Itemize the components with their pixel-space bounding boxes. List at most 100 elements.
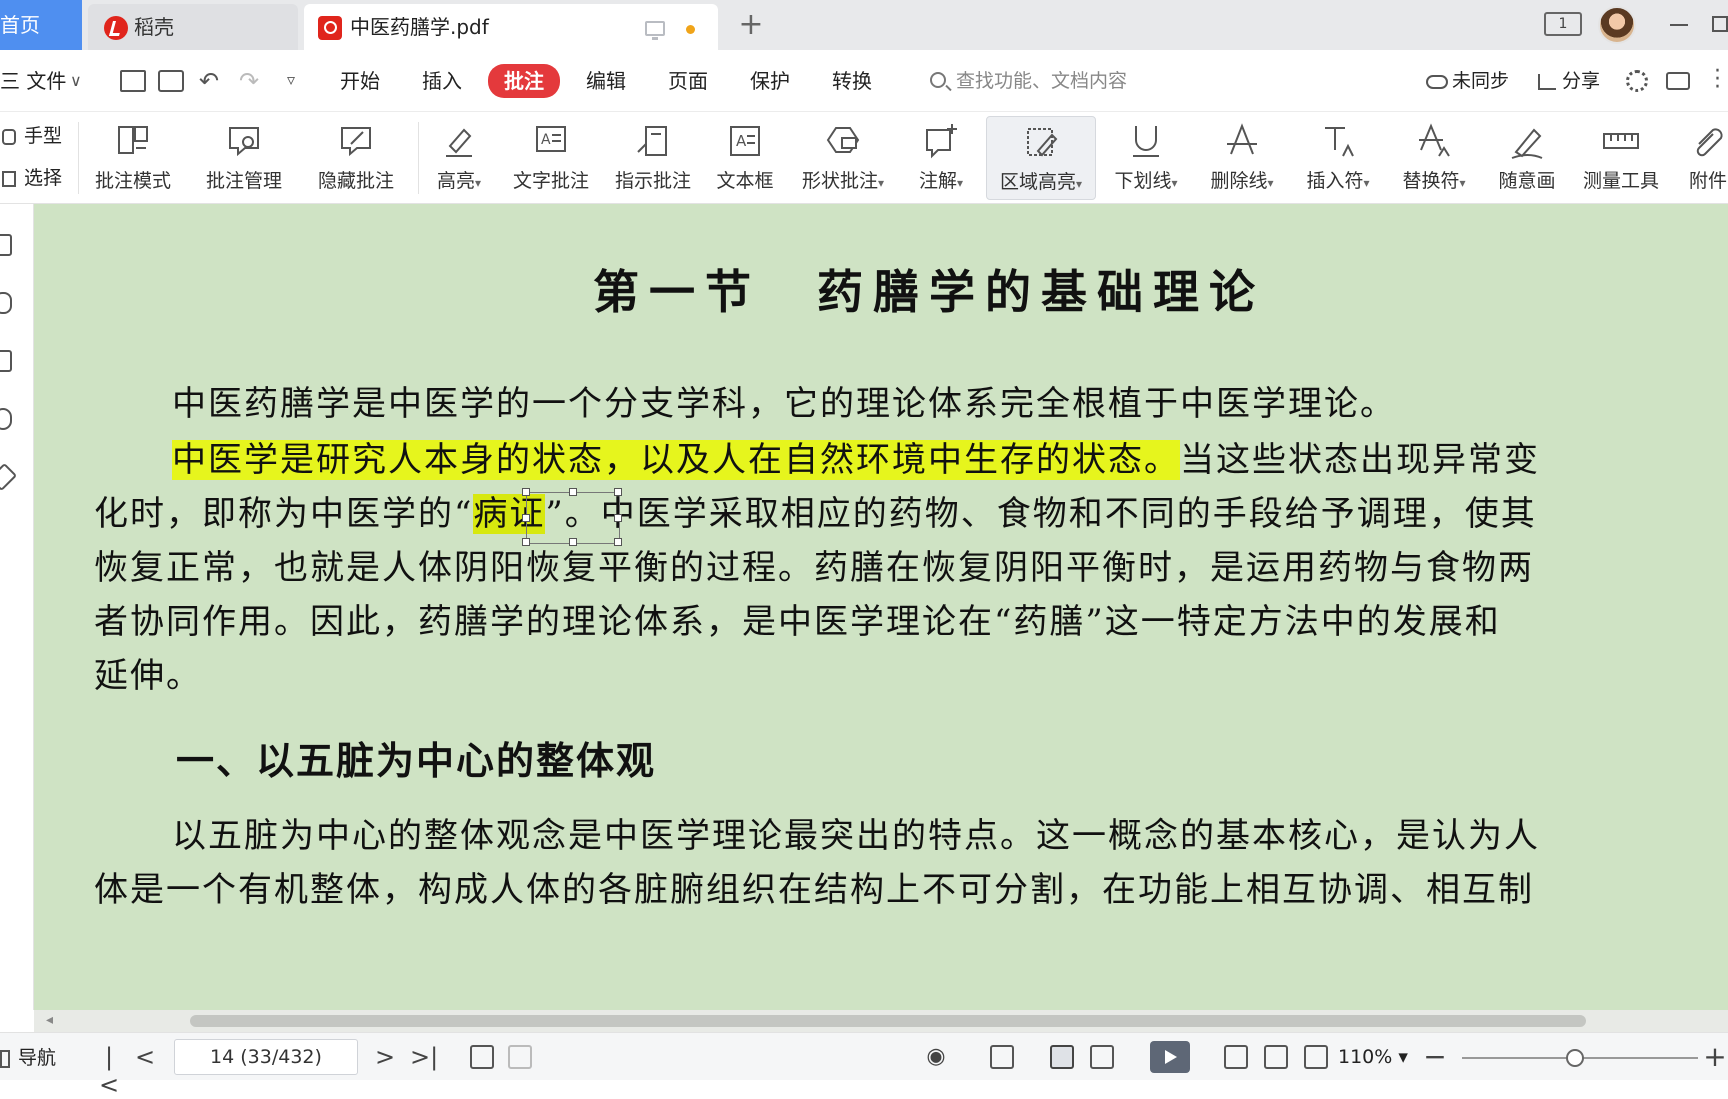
fit-width-icon[interactable] xyxy=(1304,1045,1328,1069)
replace-mark-button[interactable]: 替换符▾ xyxy=(1394,116,1474,200)
scrollbar-thumb[interactable] xyxy=(190,1015,1586,1027)
attachment-panel-icon[interactable] xyxy=(0,408,12,430)
resize-handle[interactable] xyxy=(614,514,622,522)
select-tool-button[interactable]: 选择 xyxy=(0,164,62,192)
redo-icon[interactable]: ↷ xyxy=(236,69,262,93)
text-annotation-button[interactable]: A 文字批注 xyxy=(508,116,594,200)
resize-handle[interactable] xyxy=(522,514,530,522)
comment-icon[interactable] xyxy=(1666,72,1690,90)
shape-annotation-button[interactable]: 形状批注▾ xyxy=(794,116,892,200)
annotation-mode-button[interactable]: 批注模式 xyxy=(88,116,178,200)
insert-mark-button[interactable]: 插入符▾ xyxy=(1298,116,1378,200)
prev-page-button[interactable]: < xyxy=(132,1043,158,1071)
tab-edit[interactable]: 编辑 xyxy=(586,66,626,96)
eye-icon[interactable]: ◉ xyxy=(916,1043,956,1071)
thumbnail-icon[interactable] xyxy=(0,350,12,372)
cloud-icon xyxy=(1426,74,1448,89)
gear-icon[interactable] xyxy=(1626,70,1648,92)
play-button[interactable] xyxy=(1150,1041,1190,1073)
scroll-left-icon[interactable]: ◂ xyxy=(46,1012,53,1028)
hand-tool-button[interactable]: 手型 xyxy=(0,122,62,150)
last-page-button[interactable]: >| xyxy=(410,1043,438,1071)
paragraph-line: 化时，即称为中医学的“病证”。中医学采取相应的药物、食物和不同的手段给予调理，使… xyxy=(94,494,1537,534)
tab-home[interactable]: 首页 xyxy=(0,0,82,50)
hand-icon xyxy=(2,128,16,145)
highlighted-text[interactable]: 中医学是研究人本身的状态，以及人在自然环境中生存的状态。 xyxy=(172,440,1180,480)
area-highlight-button[interactable]: 区域高亮▾ xyxy=(986,116,1096,200)
note-button[interactable]: 注解▾ xyxy=(906,116,976,200)
actual-size-icon[interactable] xyxy=(1224,1045,1248,1069)
tab-insert[interactable]: 插入 xyxy=(422,66,462,96)
zoom-level[interactable]: 110% ▾ xyxy=(1338,1043,1408,1071)
freehand-label: 随意画 xyxy=(1498,170,1556,192)
tab-pdf-document[interactable]: 中医药膳学.pdf xyxy=(304,4,718,50)
bookmark-icon[interactable] xyxy=(0,234,12,256)
print-icon[interactable] xyxy=(158,70,184,92)
selection-box[interactable] xyxy=(522,488,622,546)
resize-handle[interactable] xyxy=(522,538,530,546)
underline-label: 下划线▾ xyxy=(1114,170,1178,192)
replace-mark-label: 替换符▾ xyxy=(1402,170,1466,192)
paperclip-icon xyxy=(1696,128,1723,157)
forward-view-icon[interactable] xyxy=(508,1045,532,1069)
highlight-button[interactable]: 高亮▾ xyxy=(424,116,494,200)
text-annotation-label: 文字批注 xyxy=(512,170,589,192)
navigation-button[interactable]: 导航 xyxy=(0,1045,56,1071)
open-icon[interactable] xyxy=(120,70,146,92)
zoom-out-button[interactable]: − xyxy=(1422,1043,1448,1071)
pdf-page-view[interactable]: 第一节 药膳学的基础理论 中医药膳学是中医学的一个分支学科，它的理论体系完全根植… xyxy=(34,204,1728,1010)
annotation-manage-button[interactable]: 批注管理 xyxy=(198,116,290,200)
textbox-button[interactable]: A 文本框 xyxy=(710,116,780,200)
sync-status-button[interactable]: 未同步 xyxy=(1426,66,1509,96)
resize-handle[interactable] xyxy=(522,488,530,496)
page-number-input[interactable]: 14 (33/432) xyxy=(174,1039,358,1075)
measure-tool-button[interactable]: 测量工具 xyxy=(1576,116,1666,200)
two-page-icon[interactable] xyxy=(1090,1045,1114,1069)
resize-handle[interactable] xyxy=(569,488,577,496)
tab-protect[interactable]: 保护 xyxy=(750,66,790,96)
resize-handle[interactable] xyxy=(614,488,622,496)
resize-handle[interactable] xyxy=(614,538,622,546)
next-page-button[interactable]: > xyxy=(372,1043,398,1071)
monitor-icon[interactable] xyxy=(645,21,665,40)
measure-tool-label: 测量工具 xyxy=(1582,170,1659,192)
back-view-icon[interactable] xyxy=(470,1045,494,1069)
hide-annotations-button[interactable]: 隐藏批注 xyxy=(310,116,402,200)
tab-page[interactable]: 页面 xyxy=(668,66,708,96)
fit-page-icon[interactable] xyxy=(1264,1045,1288,1069)
navigation-label: 导航 xyxy=(18,1047,57,1069)
zoom-in-button[interactable]: + xyxy=(1702,1043,1728,1071)
tab-convert[interactable]: 转换 xyxy=(832,66,872,96)
strikethrough-button[interactable]: 删除线▾ xyxy=(1202,116,1282,200)
zoom-slider-thumb[interactable] xyxy=(1566,1049,1584,1067)
horizontal-scrollbar[interactable]: ◂ xyxy=(34,1010,1728,1032)
file-menu[interactable]: 三 文件 xyxy=(0,66,66,96)
signature-icon[interactable] xyxy=(0,462,18,492)
more-icon[interactable]: · · · xyxy=(1714,61,1721,99)
first-page-button[interactable]: |< xyxy=(96,1043,122,1099)
single-page-icon[interactable] xyxy=(1050,1045,1074,1069)
tab-start[interactable]: 开始 xyxy=(340,66,380,96)
underline-button[interactable]: 下划线▾ xyxy=(1106,116,1186,200)
quick-access-dropdown-icon[interactable]: ▿ xyxy=(278,70,304,92)
continuous-view-icon[interactable] xyxy=(990,1045,1014,1069)
undo-icon[interactable]: ↶ xyxy=(196,69,222,93)
paragraph-line: 体是一个有机整体，构成人体的各脏腑组织在结构上不可分割，在功能上相互协调、相互制 xyxy=(94,870,1534,910)
window-layout-icon[interactable]: 1 xyxy=(1544,12,1582,36)
annotation-list-icon[interactable] xyxy=(0,292,12,314)
freehand-button[interactable]: 随意画 xyxy=(1490,116,1564,200)
chevron-down-icon[interactable]: ∨ xyxy=(70,66,82,96)
tab-docer[interactable]: 稻壳 xyxy=(88,4,298,50)
pointer-annotation-button[interactable]: 指示批注 xyxy=(610,116,696,200)
page-title: 第一节 药膳学的基础理论 xyxy=(593,265,1265,319)
tab-annotate[interactable]: 批注 xyxy=(488,64,560,98)
status-bar: 导航 |< < 14 (33/432) > >| ◉ 110% ▾ − + xyxy=(0,1032,1728,1099)
avatar[interactable] xyxy=(1598,6,1636,44)
maximize-icon[interactable] xyxy=(1712,16,1728,32)
minimize-icon[interactable] xyxy=(1670,24,1688,26)
search-input[interactable]: 查找功能、文档内容 xyxy=(924,64,1284,98)
share-button[interactable]: 分享 xyxy=(1538,66,1600,96)
resize-handle[interactable] xyxy=(569,538,577,546)
new-tab-button[interactable]: + xyxy=(734,8,768,42)
attachment-button[interactable]: 附件 xyxy=(1680,116,1728,200)
